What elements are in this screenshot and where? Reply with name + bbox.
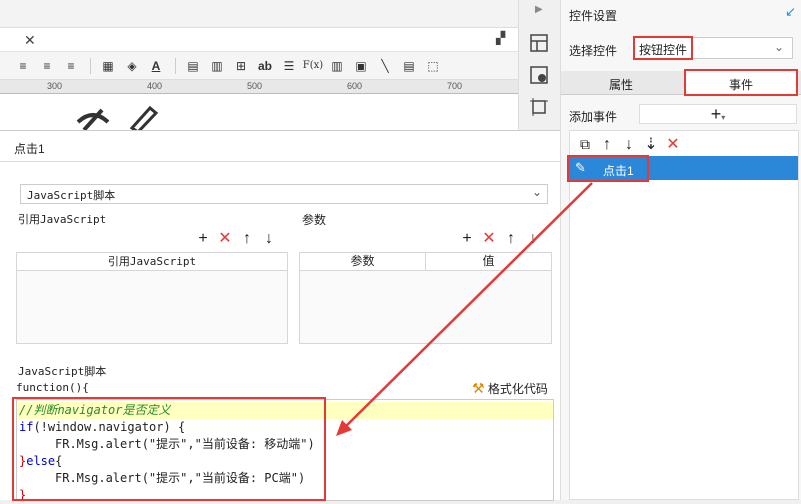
annotation-arrow [336,182,593,436]
